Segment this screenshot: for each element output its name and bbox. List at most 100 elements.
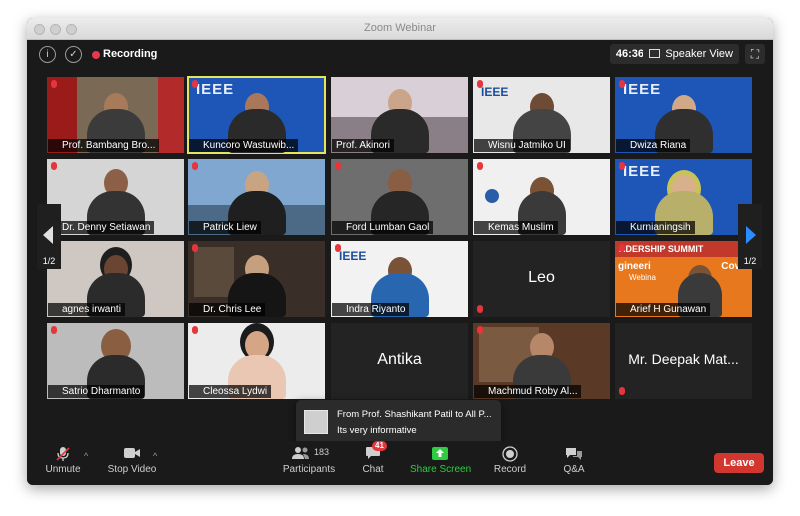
qa-button[interactable]: Q&A xyxy=(561,446,587,475)
participant-name: Indra Riyanto xyxy=(332,303,410,316)
chat-message: Its very informative xyxy=(337,425,417,436)
video-tile-camera-off[interactable]: Leo xyxy=(473,241,610,317)
stop-video-button[interactable]: Stop Video xyxy=(107,446,157,475)
participant-name: agnes irwanti xyxy=(48,303,125,316)
participant-name: Ford Lumban Gaol xyxy=(332,221,434,234)
qa-label: Q&A xyxy=(563,464,585,475)
recording-label: Recording xyxy=(103,48,158,60)
muted-mic-icon xyxy=(335,162,341,170)
participant-name: Antika xyxy=(377,351,422,368)
video-tile-camera-off[interactable]: Mr. Deepak Mat... xyxy=(615,323,752,399)
qa-icon xyxy=(561,446,587,461)
video-tile[interactable]: Machmud Roby Al... xyxy=(473,323,610,399)
muted-mic-icon xyxy=(192,244,198,252)
record-button[interactable]: Record xyxy=(493,446,527,475)
avatar xyxy=(304,410,328,434)
next-page-button[interactable]: 1/2 xyxy=(738,204,762,269)
chevron-up-icon[interactable]: ^ xyxy=(153,451,157,461)
video-tile[interactable]: Dr. Chris Lee xyxy=(188,241,325,317)
participants-label: Participants xyxy=(282,464,336,475)
chat-label: Chat xyxy=(362,464,384,475)
participant-name: Kurnianingsih xyxy=(616,221,695,234)
previous-page-button[interactable]: 1/2 xyxy=(37,204,61,269)
unmute-label: Unmute xyxy=(45,464,81,475)
video-tile[interactable]: Dr. Denny Setiawan xyxy=(47,159,184,235)
ieee-section-logo: IEEE xyxy=(339,249,367,263)
participants-button[interactable]: 183 Participants xyxy=(278,446,340,475)
banner-text: ADERSHIP SUMMIT xyxy=(615,241,752,257)
video-tile[interactable]: Prof. Bambang Bro... xyxy=(47,77,184,153)
share-screen-label: Share Screen xyxy=(410,464,472,475)
leave-button[interactable]: Leave xyxy=(714,453,764,473)
chevron-right-icon xyxy=(746,226,756,244)
muted-mic-icon xyxy=(477,326,483,334)
share-screen-icon xyxy=(410,446,470,461)
participant-name: Wisnu Jatmiko UI xyxy=(474,139,570,152)
recording-dot-icon xyxy=(92,51,100,59)
fullscreen-icon[interactable]: ⛶ xyxy=(745,44,765,64)
meeting-toolbar: Unmute ^ Stop Video ^ 183 Participants 4… xyxy=(27,441,773,485)
participant-name: Cleossa Lydwi xyxy=(189,385,272,398)
participant-name: Kuncoro Wastuwib... xyxy=(189,139,299,152)
participant-name: Prof. Bambang Bro... xyxy=(48,139,160,152)
participants-count: 183 xyxy=(314,447,330,457)
muted-mic-icon xyxy=(51,162,57,170)
video-tile[interactable]: agnes irwanti xyxy=(47,241,184,317)
participant-name: Patrick Liew xyxy=(189,221,261,234)
muted-mic-icon xyxy=(51,326,57,334)
stop-video-label: Stop Video xyxy=(107,464,157,475)
participants-icon: 183 xyxy=(278,446,340,461)
chat-bubble-icon: 41 xyxy=(358,441,388,461)
page-indicator: 1/2 xyxy=(743,256,757,266)
video-tile[interactable]: IEEE Dwiza Riana xyxy=(615,77,752,153)
video-tile[interactable]: IEEE Wisnu Jatmiko UI xyxy=(473,77,610,153)
chat-button[interactable]: 41 Chat xyxy=(358,441,388,475)
muted-mic-icon xyxy=(192,326,198,334)
video-tile-camera-off[interactable]: Antika xyxy=(331,323,468,399)
record-icon xyxy=(493,446,527,462)
video-tile[interactable]: Kemas Muslim xyxy=(473,159,610,235)
chat-notification[interactable]: From Prof. Shashikant Patil to All P... … xyxy=(296,400,501,452)
participant-name: Dr. Chris Lee xyxy=(189,303,266,316)
security-shield-icon[interactable]: ✓ xyxy=(65,46,82,63)
video-gallery: Prof. Bambang Bro... IEEE Kuncoro Wastuw… xyxy=(47,76,754,400)
muted-mic-icon xyxy=(43,446,83,461)
muted-mic-icon xyxy=(477,305,483,313)
chevron-up-icon[interactable]: ^ xyxy=(84,451,88,461)
muted-mic-icon xyxy=(51,80,57,88)
unmute-button[interactable]: Unmute xyxy=(43,446,83,475)
participant-name: Machmud Roby Al... xyxy=(474,385,582,398)
video-tile[interactable]: Patrick Liew xyxy=(188,159,325,235)
ieee-logo: IEEE xyxy=(196,81,235,98)
window-title: Zoom Webinar xyxy=(364,22,436,34)
participant-name: Leo xyxy=(528,269,555,286)
participant-name: Prof. Akinori xyxy=(332,139,394,152)
video-tile[interactable]: Ford Lumban Gaol xyxy=(331,159,468,235)
video-tile[interactable]: ADERSHIP SUMMIT gineeri Covid Webina Ari… xyxy=(615,241,752,317)
muted-mic-icon xyxy=(477,162,483,170)
muted-mic-icon xyxy=(619,244,625,252)
video-tile[interactable]: Satrio Dharmanto xyxy=(47,323,184,399)
video-tile[interactable]: Prof. Akinori xyxy=(331,77,468,153)
zoom-window: Zoom Webinar i ✓ Recording 46:36 Speaker… xyxy=(27,18,773,485)
info-icon[interactable]: i xyxy=(39,46,56,63)
muted-mic-icon xyxy=(192,80,198,88)
speaker-view-button[interactable]: Speaker View xyxy=(643,44,739,64)
speaker-view-label: Speaker View xyxy=(665,48,733,60)
chevron-left-icon xyxy=(43,226,53,244)
video-tile[interactable]: IEEE Kurnianingsih xyxy=(615,159,752,235)
video-tile[interactable]: Cleossa Lydwi xyxy=(188,323,325,399)
meeting-top-bar: i ✓ Recording 46:36 Speaker View ⛶ xyxy=(27,40,773,68)
muted-mic-icon xyxy=(619,387,625,395)
video-tile-active-speaker[interactable]: IEEE Kuncoro Wastuwib... xyxy=(187,76,326,154)
chat-sender: From Prof. Shashikant Patil to All P... xyxy=(337,409,492,420)
ieee-logo: IEEE xyxy=(623,81,662,98)
participant-name: Kemas Muslim xyxy=(474,221,558,234)
share-screen-button[interactable]: Share Screen xyxy=(410,446,472,475)
participant-name: Dr. Denny Setiawan xyxy=(48,221,155,234)
banner-subtext: Webina xyxy=(629,273,656,282)
title-bar: Zoom Webinar xyxy=(27,18,773,40)
muted-mic-icon xyxy=(335,244,341,252)
video-tile[interactable]: IEEE Indra Riyanto xyxy=(331,241,468,317)
participant-name: Arief H Gunawan xyxy=(616,303,711,316)
